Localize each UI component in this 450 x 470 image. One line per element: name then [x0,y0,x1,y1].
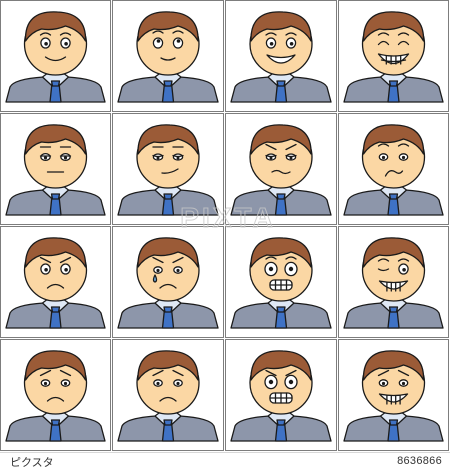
tie-knot [276,306,286,313]
tie-knot [163,306,173,313]
avatar-angry [112,339,224,451]
avatar-scared [225,226,337,338]
right-pupil [63,156,68,160]
left-pupil [156,268,160,273]
stock-id: 8636866 [397,455,442,467]
left-pupil [381,381,386,386]
tie-knot [50,80,61,87]
right-pupil [401,381,406,386]
right-pupil [176,268,180,273]
tie-knot [163,419,173,426]
pixta-logo: ピクスタ [10,456,54,469]
tie-knot [163,193,173,200]
tie-knot [50,306,61,313]
stock-footer: ピクスタ 8636866 [0,452,450,470]
avatar-frightened [225,339,337,451]
right-pupil [289,42,294,46]
tie-knot [388,80,399,87]
tie-knot [50,193,61,200]
avatar-laughing [338,0,449,112]
left-pupil [268,266,274,272]
tie-knot [388,419,399,426]
tie-knot [388,306,399,313]
right-pupil [63,381,68,386]
left-pupil [381,155,386,160]
right-pupil [64,268,68,272]
tear-icon [152,274,158,283]
tie-knot [276,193,286,200]
avatar-grid [0,0,449,451]
avatar-doubtful [338,113,449,225]
left-pupil [268,379,274,385]
right-pupil [176,381,180,386]
tie-knot [388,193,399,200]
avatar-crying [112,226,224,338]
right-pupil [288,379,294,385]
avatar-displeased [0,339,111,451]
left-pupil [44,42,48,46]
avatar-neutral [0,113,111,225]
left-pupil [269,42,274,46]
left-pupil [156,39,161,43]
right-pupil [401,155,406,160]
tie-knot [163,80,173,87]
tie-knot [276,80,286,87]
avatar-smile [0,0,111,112]
left-pupil [43,156,48,160]
pixta-logo-text: ピクスタ [10,456,54,469]
avatar-sly [338,339,449,451]
avatar-thinking [112,0,224,112]
right-pupil [64,42,68,46]
avatar-sad [0,226,111,338]
right-pupil [288,266,294,272]
left-pupil [156,381,160,386]
avatar-smug [112,113,224,225]
left-pupil [44,268,48,272]
right-pupil [402,268,406,272]
tie-knot [276,419,286,426]
avatar-wink [338,226,449,338]
avatar-tired [225,113,337,225]
left-pupil [43,381,48,386]
tie-knot [50,419,61,426]
right-pupil [176,39,181,43]
avatar-grin [225,0,337,112]
